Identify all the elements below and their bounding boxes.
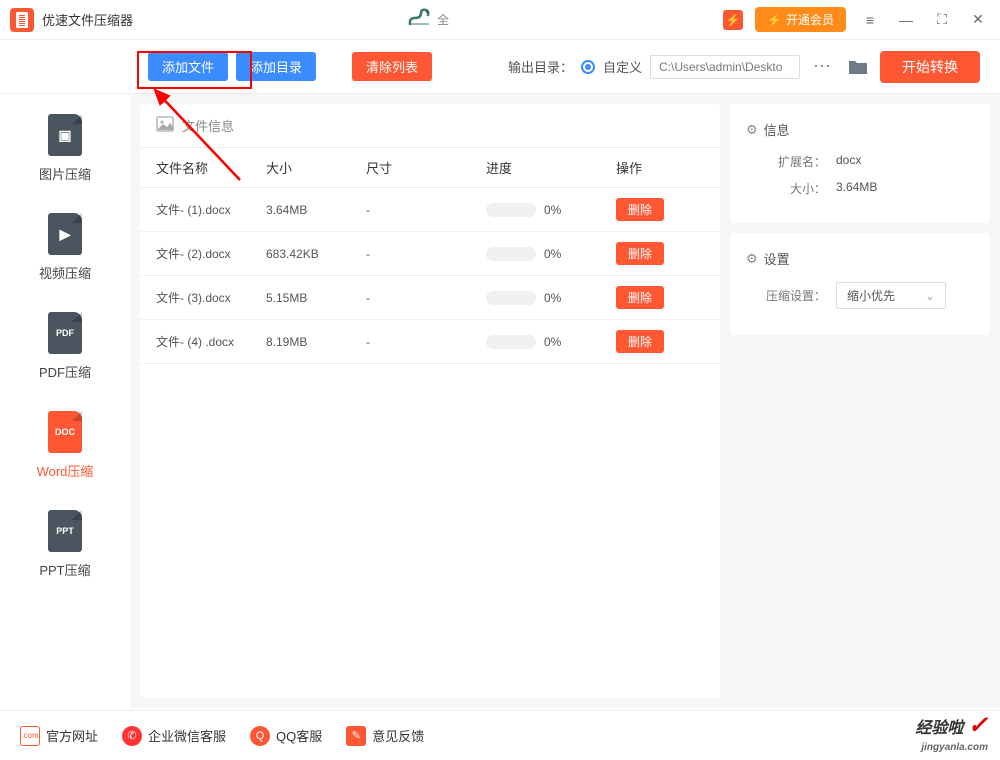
toolbar: 添加文件 添加目录 清除列表 输出目录： 自定义 ⋯ 开始转换: [0, 40, 1000, 94]
footer-feedback[interactable]: ✎意见反馈: [346, 726, 424, 746]
table-row[interactable]: 文件- (4) .docx 8.19MB - 0% 删除: [140, 320, 720, 364]
start-convert-button[interactable]: 开始转换: [880, 51, 980, 83]
col-size: 大小: [266, 158, 366, 177]
table-row[interactable]: 文件- (2).docx 683.42KB - 0% 删除: [140, 232, 720, 276]
info-title: 信息: [764, 120, 790, 139]
delete-button[interactable]: 删除: [616, 198, 664, 221]
add-file-button[interactable]: 添加文件: [148, 52, 228, 81]
watermark: 经验啦 ✓ jingyanla.com: [915, 714, 988, 754]
sidebar-item-label: PPT压缩: [39, 560, 90, 579]
menu-icon[interactable]: ≡: [858, 8, 882, 32]
word-file-icon: DOC: [48, 411, 82, 453]
col-progress: 进度: [486, 158, 616, 177]
info-panel: ⚙ 信息 扩展名：docx 大小：3.64MB: [730, 104, 990, 223]
cell-dim: -: [366, 247, 486, 261]
settings-panel: ⚙ 设置 压缩设置： 缩小优先 ⌄: [730, 233, 990, 335]
minimize-icon[interactable]: —: [894, 8, 918, 32]
cell-progress: 0%: [486, 247, 616, 261]
sidebar-item-ppt[interactable]: PPT PPT压缩: [39, 510, 90, 579]
file-info-header: 文件信息: [182, 116, 234, 135]
add-folder-button[interactable]: 添加目录: [236, 52, 316, 81]
feedback-icon: ✎: [346, 726, 366, 746]
promo-icon[interactable]: ⚡: [723, 10, 743, 30]
sidebar-item-pdf[interactable]: PDF PDF压缩: [39, 312, 91, 381]
delete-button[interactable]: 删除: [616, 242, 664, 265]
sidebar-item-label: 图片压缩: [39, 164, 91, 183]
image-icon: [156, 116, 174, 135]
sidebar: ▣ 图片压缩 ▶ 视频压缩 PDF PDF压缩 DOC Word压缩 PPT P…: [0, 94, 130, 708]
cell-progress: 0%: [486, 335, 616, 349]
output-path-input[interactable]: [650, 55, 800, 79]
gear-icon: ⚙: [746, 251, 758, 267]
table-row[interactable]: 文件- (1).docx 3.64MB - 0% 删除: [140, 188, 720, 232]
titlebar: 优速文件压缩器 全 ⚡ ⚡开通会员 ≡ — ⛶ ✕: [0, 0, 1000, 40]
size-value: 3.64MB: [836, 180, 877, 197]
cell-size: 8.19MB: [266, 335, 366, 349]
delete-button[interactable]: 删除: [616, 286, 664, 309]
chevron-down-icon: ⌄: [925, 289, 935, 303]
cell-dim: -: [366, 291, 486, 305]
folder-icon[interactable]: [844, 53, 872, 81]
file-list-panel: 文件信息 文件名称 大小 尺寸 进度 操作 文件- (1).docx 3.64M…: [140, 104, 720, 698]
cell-name: 文件- (4) .docx: [156, 333, 266, 350]
cell-progress: 0%: [486, 291, 616, 305]
sidebar-item-label: PDF压缩: [39, 362, 91, 381]
compress-select[interactable]: 缩小优先 ⌄: [836, 282, 946, 309]
fullscreen-icon[interactable]: ⛶: [930, 8, 954, 32]
ext-value: docx: [836, 153, 861, 170]
clear-list-button[interactable]: 清除列表: [352, 52, 432, 81]
sidebar-item-label: Word压缩: [37, 461, 94, 480]
app-title: 优速文件压缩器: [42, 10, 133, 29]
footer: .com官方网址 ✆企业微信客服 QQQ客服 ✎意见反馈 经验啦 ✓ jingy…: [0, 710, 1000, 760]
size-label: 大小：: [746, 180, 836, 197]
cell-name: 文件- (1).docx: [156, 201, 266, 218]
output-radio[interactable]: [581, 60, 595, 74]
cell-size: 3.64MB: [266, 203, 366, 217]
table-row[interactable]: 文件- (3).docx 5.15MB - 0% 删除: [140, 276, 720, 320]
col-name: 文件名称: [156, 158, 266, 177]
sidebar-item-image[interactable]: ▣ 图片压缩: [39, 114, 91, 183]
cell-size: 5.15MB: [266, 291, 366, 305]
footer-qq[interactable]: QQQ客服: [250, 726, 322, 746]
table-header: 文件名称 大小 尺寸 进度 操作: [140, 147, 720, 188]
col-dim: 尺寸: [366, 158, 486, 177]
col-action: 操作: [616, 158, 704, 177]
gear-icon: ⚙: [746, 122, 758, 138]
close-icon[interactable]: ✕: [966, 8, 990, 32]
ext-label: 扩展名：: [746, 153, 836, 170]
pdf-file-icon: PDF: [48, 312, 82, 354]
sidebar-item-label: 视频压缩: [39, 263, 91, 282]
footer-wechat[interactable]: ✆企业微信客服: [122, 726, 226, 746]
app-logo-icon: [10, 8, 34, 32]
wechat-icon: ✆: [122, 726, 142, 746]
video-file-icon: ▶: [48, 213, 82, 255]
qq-icon: Q: [250, 726, 270, 746]
more-icon[interactable]: ⋯: [808, 53, 836, 81]
delete-button[interactable]: 删除: [616, 330, 664, 353]
output-mode: 自定义: [603, 57, 642, 76]
output-label: 输出目录：: [508, 57, 573, 76]
cell-name: 文件- (3).docx: [156, 289, 266, 306]
cell-name: 文件- (2).docx: [156, 245, 266, 262]
footer-website[interactable]: .com官方网址: [20, 726, 98, 746]
vip-button[interactable]: ⚡开通会员: [755, 7, 846, 32]
cell-dim: -: [366, 203, 486, 217]
cell-dim: -: [366, 335, 486, 349]
sidebar-item-word[interactable]: DOC Word压缩: [37, 411, 94, 480]
image-file-icon: ▣: [48, 114, 82, 156]
sidebar-item-video[interactable]: ▶ 视频压缩: [39, 213, 91, 282]
cell-progress: 0%: [486, 203, 616, 217]
compress-label: 压缩设置：: [746, 287, 836, 304]
ppt-file-icon: PPT: [48, 510, 82, 552]
web-icon: .com: [20, 726, 40, 746]
center-text: 全: [437, 11, 449, 28]
snake-icon: [407, 6, 431, 34]
settings-title: 设置: [764, 249, 790, 268]
cell-size: 683.42KB: [266, 247, 366, 261]
